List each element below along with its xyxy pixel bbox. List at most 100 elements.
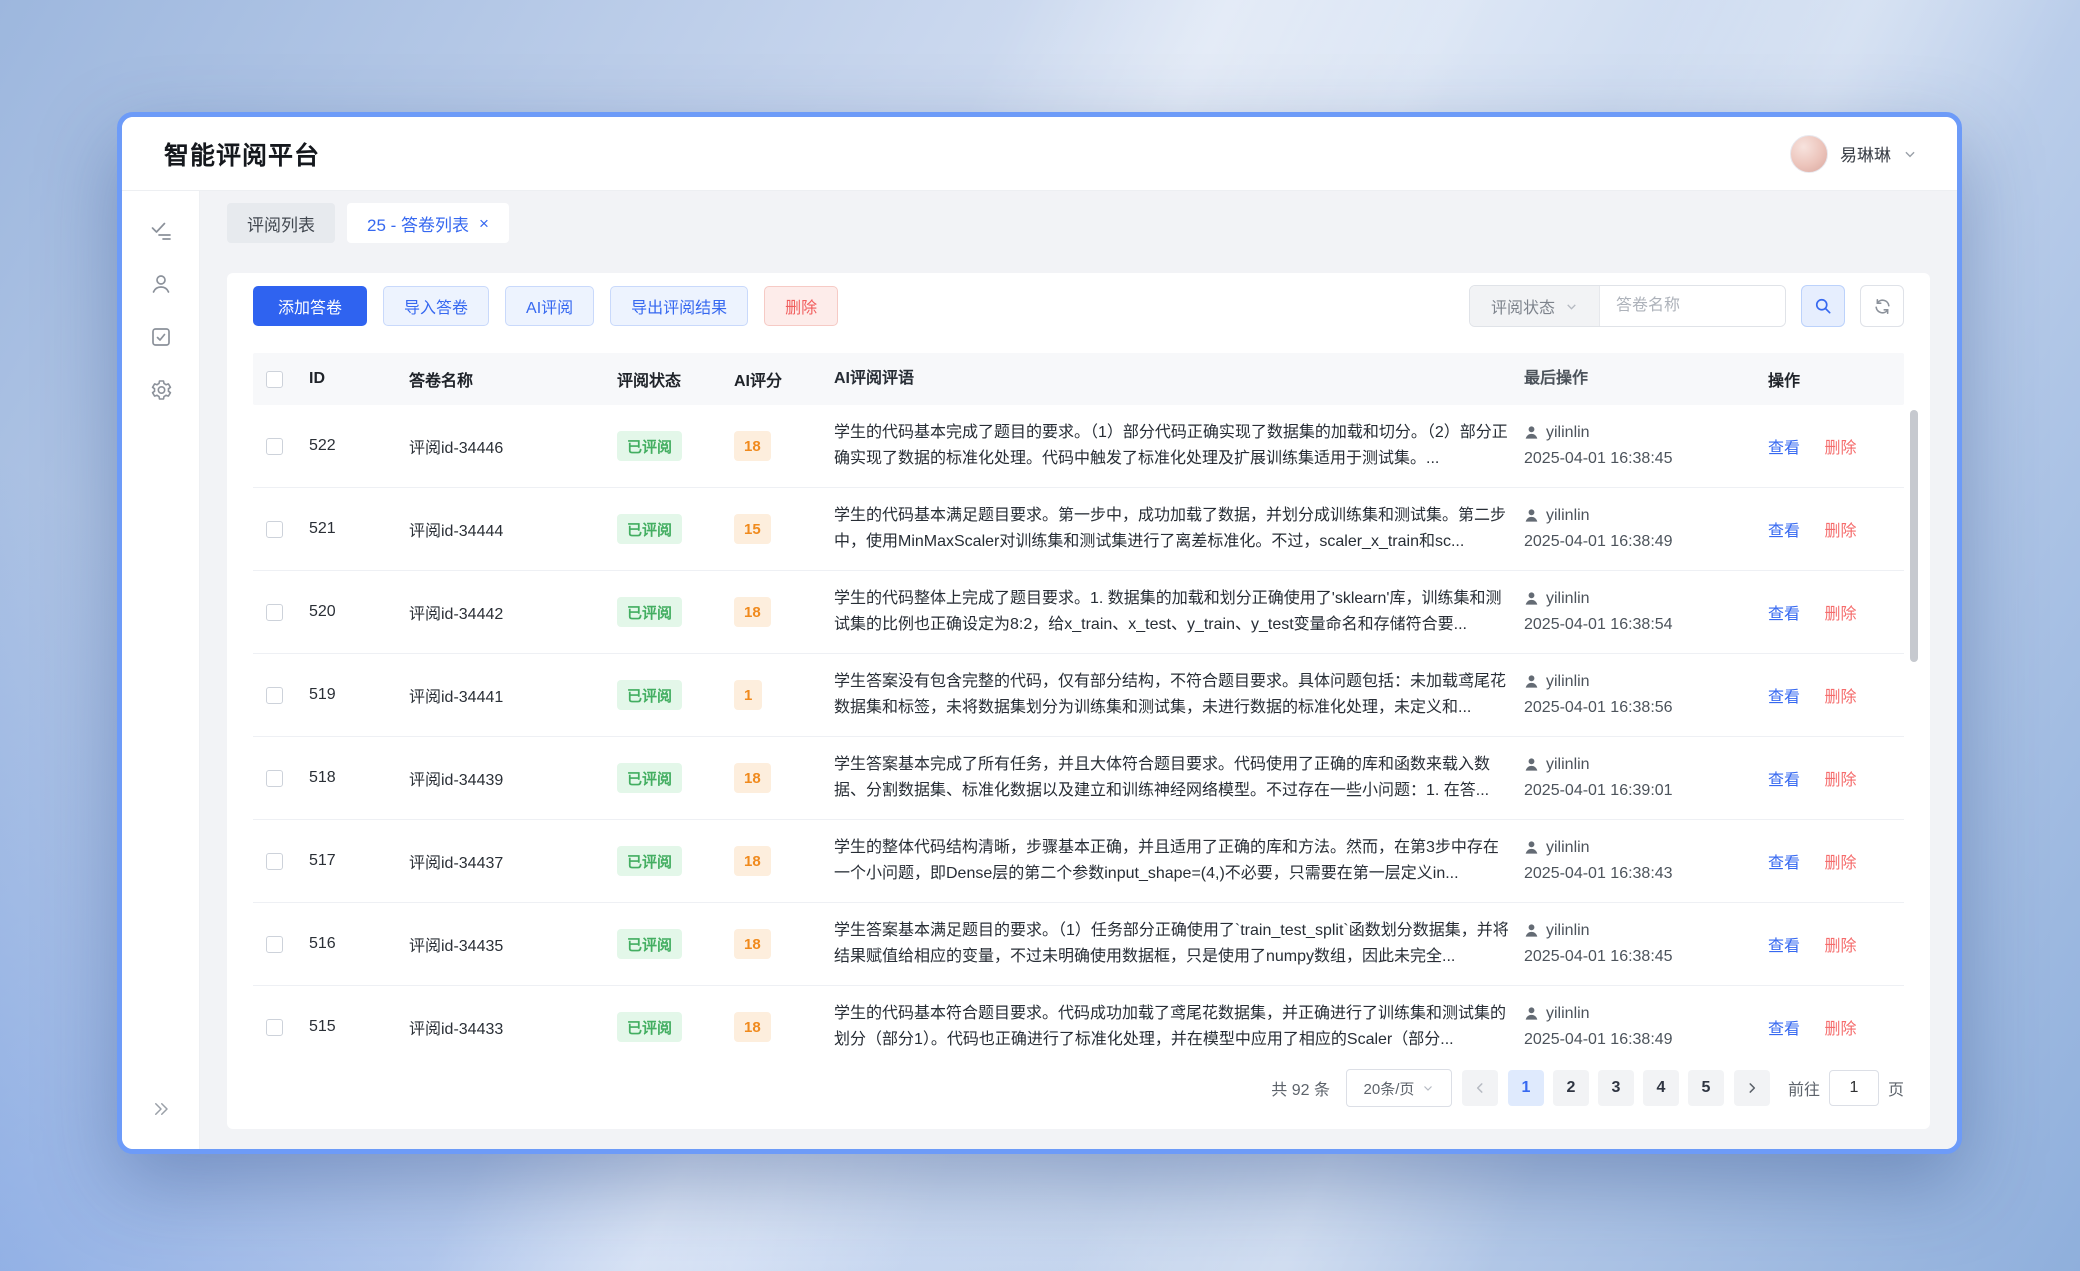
person-icon	[1524, 591, 1539, 606]
status-badge: 已评阅	[617, 846, 682, 876]
cell-actions: 查看 删除	[1768, 434, 1904, 458]
person-icon	[1524, 757, 1539, 772]
column-header-comment: AI评阅评语	[834, 366, 1524, 392]
chevron-down-icon	[1903, 147, 1917, 161]
operator-name: yilinlin	[1546, 669, 1590, 695]
row-delete-link[interactable]: 删除	[1824, 938, 1856, 955]
sidebar-item-documents[interactable]	[139, 315, 183, 359]
cell-answer-name: 评阅id-34433	[409, 1015, 617, 1039]
add-answer-button[interactable]: 添加答卷	[253, 286, 367, 326]
sidebar-item-settings[interactable]	[139, 368, 183, 412]
cell-actions: 查看 删除	[1768, 932, 1904, 956]
column-header-actions: 操作	[1768, 367, 1904, 391]
operator-name: yilinlin	[1546, 918, 1590, 944]
cell-ai-comment: 学生的代码基本完成了题目的要求。（1）部分代码正确实现了数据集的加载和切分。（2…	[834, 420, 1524, 471]
row-delete-link[interactable]: 删除	[1824, 606, 1856, 623]
cell-last-operation: yilinlin 2025-04-01 16:38:56	[1524, 669, 1768, 722]
view-link[interactable]: 查看	[1768, 440, 1800, 457]
table-row: 518 评阅id-34439 已评阅 18 学生答案基本完成了所有任务，并且大体…	[253, 737, 1904, 820]
table-body: 522 评阅id-34446 已评阅 18 学生的代码基本完成了题目的要求。（1…	[253, 405, 1904, 1053]
person-icon	[1524, 840, 1539, 855]
cell-id: 520	[309, 603, 409, 621]
tab-answer-list[interactable]: 25 - 答卷列表 ×	[347, 203, 509, 243]
page-button-2[interactable]: 2	[1553, 1070, 1589, 1106]
view-link[interactable]: 查看	[1768, 855, 1800, 872]
operator-name: yilinlin	[1546, 835, 1590, 861]
person-icon	[1524, 674, 1539, 689]
page-button-4[interactable]: 4	[1643, 1070, 1679, 1106]
row-checkbox[interactable]	[266, 853, 283, 870]
view-link[interactable]: 查看	[1768, 523, 1800, 540]
row-checkbox[interactable]	[266, 770, 283, 787]
row-checkbox[interactable]	[266, 521, 283, 538]
operation-time: 2025-04-01 16:39:01	[1524, 778, 1754, 804]
view-link[interactable]: 查看	[1768, 689, 1800, 706]
operation-time: 2025-04-01 16:38:54	[1524, 612, 1754, 638]
page-button-3[interactable]: 3	[1598, 1070, 1634, 1106]
row-delete-link[interactable]: 删除	[1824, 772, 1856, 789]
status-select[interactable]: 评阅状态	[1470, 286, 1600, 326]
row-checkbox[interactable]	[266, 936, 283, 953]
main-panel: 添加答卷 导入答卷 AI评阅 导出评阅结果 删除 评阅状态	[227, 273, 1930, 1129]
table-row: 515 评阅id-34433 已评阅 18 学生的代码基本符合题目要求。代码成功…	[253, 986, 1904, 1053]
page-button-1[interactable]: 1	[1508, 1070, 1544, 1106]
select-all-checkbox[interactable]	[266, 371, 283, 388]
prev-page-button[interactable]	[1462, 1070, 1498, 1106]
next-page-button[interactable]	[1734, 1070, 1770, 1106]
row-delete-link[interactable]: 删除	[1824, 523, 1856, 540]
operation-time: 2025-04-01 16:38:49	[1524, 1027, 1754, 1053]
person-icon	[1524, 425, 1539, 440]
avatar	[1790, 135, 1828, 173]
score-badge: 18	[734, 929, 771, 959]
score-badge: 15	[734, 514, 771, 544]
tab-review-list[interactable]: 评阅列表	[227, 203, 335, 243]
table-row: 521 评阅id-34444 已评阅 15 学生的代码基本满足题目要求。第一步中…	[253, 488, 1904, 571]
page-size-select[interactable]: 20条/页	[1346, 1069, 1452, 1107]
row-checkbox[interactable]	[266, 1019, 283, 1036]
sidebar-collapse-button[interactable]	[139, 1093, 183, 1125]
row-delete-link[interactable]: 删除	[1824, 440, 1856, 457]
sidebar-item-review-list[interactable]	[139, 209, 183, 253]
column-header-name: 答卷名称	[409, 367, 617, 391]
page-button-5[interactable]: 5	[1688, 1070, 1724, 1106]
column-header-last-op: 最后操作	[1524, 366, 1768, 392]
sidebar-item-users[interactable]	[139, 262, 183, 306]
person-icon	[1524, 923, 1539, 938]
goto-page-input[interactable]	[1829, 1070, 1879, 1106]
row-delete-link[interactable]: 删除	[1824, 855, 1856, 872]
page-title: 智能评阅平台	[164, 136, 320, 172]
table-scrollbar-thumb[interactable]	[1910, 410, 1918, 662]
cell-ai-comment: 学生的整体代码结构清晰，步骤基本正确，并且适用了正确的库和方法。然而，在第3步中…	[834, 835, 1524, 886]
row-checkbox[interactable]	[266, 604, 283, 621]
row-delete-link[interactable]: 删除	[1824, 1021, 1856, 1038]
row-checkbox[interactable]	[266, 438, 283, 455]
export-result-button[interactable]: 导出评阅结果	[610, 286, 748, 326]
tab-label: 25 - 答卷列表	[367, 211, 469, 236]
tab-close-icon[interactable]: ×	[479, 215, 489, 232]
import-answer-button[interactable]: 导入答卷	[383, 286, 489, 326]
row-delete-link[interactable]: 删除	[1824, 689, 1856, 706]
row-checkbox[interactable]	[266, 687, 283, 704]
cell-last-operation: yilinlin 2025-04-01 16:38:49	[1524, 1001, 1768, 1053]
operation-time: 2025-04-01 16:38:45	[1524, 944, 1754, 970]
view-link[interactable]: 查看	[1768, 772, 1800, 789]
refresh-icon	[1873, 297, 1892, 316]
operator-name: yilinlin	[1546, 1001, 1590, 1027]
status-badge: 已评阅	[617, 431, 682, 461]
ai-review-button[interactable]: AI评阅	[505, 286, 594, 326]
search-button[interactable]	[1801, 285, 1845, 327]
cell-answer-name: 评阅id-34441	[409, 683, 617, 707]
status-badge: 已评阅	[617, 514, 682, 544]
refresh-button[interactable]	[1860, 285, 1904, 327]
view-link[interactable]: 查看	[1768, 606, 1800, 623]
toolbar: 添加答卷 导入答卷 AI评阅 导出评阅结果 删除 评阅状态	[253, 285, 1904, 327]
cell-last-operation: yilinlin 2025-04-01 16:38:45	[1524, 420, 1768, 473]
user-menu[interactable]: 易琳琳	[1790, 135, 1917, 173]
answer-name-input[interactable]	[1600, 286, 1785, 326]
cell-actions: 查看 删除	[1768, 683, 1904, 707]
delete-button[interactable]: 删除	[764, 286, 838, 326]
cell-last-operation: yilinlin 2025-04-01 16:38:54	[1524, 586, 1768, 639]
filter-combo: 评阅状态	[1469, 285, 1786, 327]
view-link[interactable]: 查看	[1768, 1021, 1800, 1038]
view-link[interactable]: 查看	[1768, 938, 1800, 955]
